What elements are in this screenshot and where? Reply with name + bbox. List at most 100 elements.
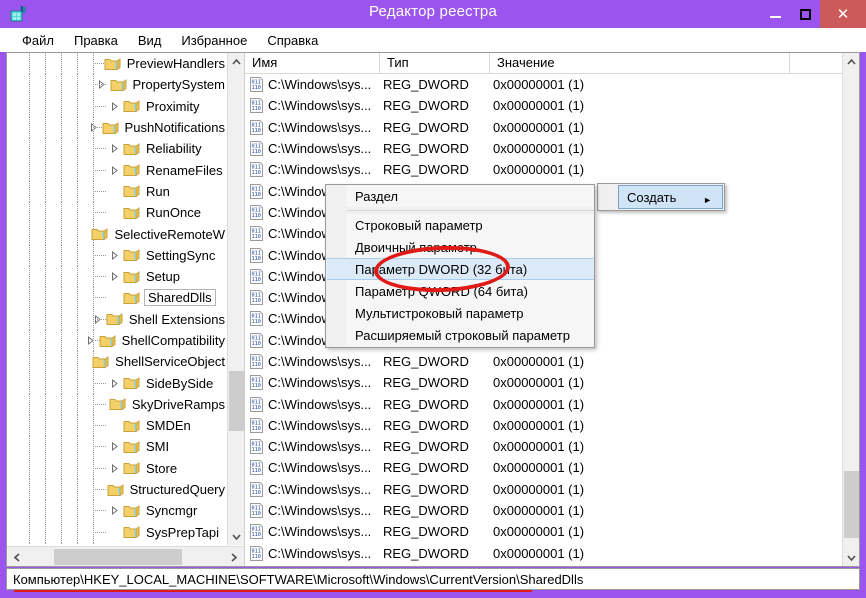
expand-arrow-icon[interactable] <box>107 144 123 154</box>
tree-item[interactable]: Setup <box>7 266 227 288</box>
list-scroll-thumb[interactable] <box>844 471 859 538</box>
tree-item[interactable]: ShellServiceObject <box>7 351 227 373</box>
tree-item[interactable]: Run <box>7 180 227 203</box>
submenu-item-qword64[interactable]: Параметр QWORD (64 бита) <box>346 280 594 302</box>
table-row[interactable]: 011110C:\Windows\sys... REG_DWORD 0x000000… <box>245 95 843 116</box>
menu-item-favorites[interactable]: Избранное <box>171 31 257 50</box>
table-row[interactable]: 011110C:\Windows\sys... REG_DWORD 0x000000… <box>245 159 843 180</box>
menu-item-view[interactable]: Вид <box>128 31 172 50</box>
tree-item[interactable]: PushNotifications <box>7 117 227 139</box>
tree-scroll-left-icon[interactable] <box>7 547 27 566</box>
expand-arrow-icon[interactable] <box>107 378 123 388</box>
expand-arrow-icon[interactable] <box>107 506 123 516</box>
menu-item-help[interactable]: Справка <box>257 31 328 50</box>
expand-arrow-icon[interactable] <box>107 101 123 111</box>
cell-name: C:\Windows\sys... <box>268 503 372 519</box>
tree-scroll-up-icon[interactable] <box>228 53 244 70</box>
tree-item[interactable]: Shell Extensions <box>7 308 227 330</box>
list-scroll-down-icon[interactable] <box>843 549 859 566</box>
menu-item-file[interactable]: Файл <box>12 31 64 50</box>
table-row[interactable]: 011110C:\Windows\sys... REG_DWORD 0x000000… <box>245 138 843 159</box>
submenu-item-multistring[interactable]: Мультистроковый параметр <box>346 302 594 324</box>
folder-icon <box>106 312 123 326</box>
tree-item[interactable]: SMI <box>7 436 227 458</box>
cell-name: C:\Windows\sys... <box>268 396 372 412</box>
tree-item[interactable]: RunOnce <box>7 202 227 224</box>
tree-item[interactable]: Proximity <box>7 95 227 118</box>
tree-item[interactable]: SystemProtectedU <box>7 542 227 545</box>
expand-arrow-icon[interactable] <box>107 165 123 175</box>
tree-item[interactable]: PreviewHandlers <box>7 53 227 75</box>
tree-scroll-thumb[interactable] <box>229 371 244 431</box>
table-row[interactable]: 011110C:\Windows\sys... REG_DWORD 0x000000… <box>245 117 843 138</box>
registry-tree[interactable]: PreviewHandlers PropertySystem Proximity Pu… <box>7 53 227 545</box>
folder-icon <box>123 440 140 454</box>
tree-item[interactable]: Store <box>7 457 227 480</box>
cell-type: REG_DWORD <box>383 545 469 561</box>
column-header-type[interactable]: Тип <box>380 53 490 74</box>
expand-arrow-icon[interactable] <box>107 272 123 282</box>
cell-name: C:\Windows\sys... <box>268 162 372 178</box>
svg-text:110: 110 <box>252 490 261 496</box>
tree-item[interactable]: Syncmgr <box>7 500 227 522</box>
expand-arrow-icon[interactable] <box>107 442 123 452</box>
cell-value: 0x00000001 (1) <box>493 460 585 476</box>
folder-icon <box>123 461 140 475</box>
tree-item[interactable]: SelectiveRemoteW <box>7 223 227 245</box>
column-header-value[interactable]: Значение <box>490 53 790 74</box>
table-row[interactable]: 011110C:\Windows\sys... REG_DWORD 0x000000… <box>245 479 843 500</box>
tree-horizontal-scrollbar[interactable] <box>7 546 244 566</box>
table-row[interactable]: 011110C:\Windows\sys... REG_DWORD 0x000000… <box>245 415 843 436</box>
submenu-item-key[interactable]: Раздел <box>346 185 594 207</box>
table-row[interactable]: 011110C:\Windows\sys... REG_DWORD 0x000000… <box>245 521 843 542</box>
tree-item[interactable]: SettingSync <box>7 244 227 267</box>
registry-tree-pane[interactable]: PreviewHandlers PropertySystem Proximity Pu… <box>7 53 245 566</box>
tree-item[interactable]: PropertySystem <box>7 74 227 96</box>
folder-icon <box>91 227 108 241</box>
maximize-button[interactable] <box>790 0 820 28</box>
tree-item[interactable]: SysPrepTapi <box>7 521 227 543</box>
tree-item[interactable]: ShellCompatibility <box>7 330 227 352</box>
tree-vertical-scrollbar[interactable] <box>227 53 244 545</box>
cell-name: C:\Windows\sys... <box>268 141 372 157</box>
table-row[interactable]: 011110C:\Windows\sys... REG_DWORD 0x000000… <box>245 457 843 478</box>
table-row[interactable]: 011110C:\Windows\sys... REG_DWORD 0x000000… <box>245 74 843 95</box>
table-row[interactable]: 011110C:\Windows\sys... REG_DWORD 0x000000… <box>245 436 843 457</box>
tree-item[interactable]: StructuredQuery <box>7 479 227 501</box>
dword-value-icon: 011 110 <box>249 183 265 199</box>
tree-item[interactable]: SideBySide <box>7 372 227 394</box>
submenu-item-binary[interactable]: Двоичный параметр <box>346 236 594 258</box>
tree-item[interactable]: RenameFiles <box>7 159 227 181</box>
tree-item[interactable]: SkyDriveRamps <box>7 393 227 416</box>
menu-item-edit[interactable]: Правка <box>64 31 128 50</box>
tree-hscroll-thumb[interactable] <box>54 549 182 565</box>
table-row[interactable]: 011110C:\Windows\sys... REG_DWORD 0x000000… <box>245 543 843 564</box>
tree-scroll-right-icon[interactable] <box>224 547 244 566</box>
cell-value: 0x00000001 (1) <box>493 503 585 519</box>
tree-indent-guides <box>7 53 107 75</box>
dword-value-icon: 011 110 <box>249 77 265 93</box>
cell-value: 0x00000001 (1) <box>493 417 585 433</box>
column-header-name[interactable]: Имя <box>245 53 380 74</box>
table-row[interactable]: 011110C:\Windows\sys... REG_DWORD 0x000000… <box>245 393 843 414</box>
tree-item[interactable]: SMDEn <box>7 415 227 437</box>
submenu-item-dword32[interactable]: Параметр DWORD (32 бита) <box>327 258 594 280</box>
tree-item-label: Proximity <box>146 98 200 114</box>
table-row[interactable]: 011110C:\Windows\sys... REG_DWORD 0x000000… <box>245 500 843 521</box>
tree-indent-guides <box>7 415 107 437</box>
expand-arrow-icon[interactable] <box>107 463 123 473</box>
expand-arrow-icon[interactable] <box>107 250 123 260</box>
submenu-item-string[interactable]: Строковый параметр <box>346 214 594 236</box>
tree-indent-guides <box>7 479 107 501</box>
menu-item-create[interactable]: Создать ► <box>618 185 723 209</box>
tree-scroll-down-icon[interactable] <box>228 528 244 545</box>
table-row[interactable]: 011110C:\Windows\sys... REG_DWORD 0x000000… <box>245 372 843 393</box>
tree-item[interactable]: Reliability <box>7 138 227 160</box>
table-row[interactable]: 011110C:\Windows\sys... REG_DWORD 0x000000… <box>245 351 843 372</box>
close-button[interactable]: ✕ <box>820 0 866 28</box>
submenu-item-expandstring[interactable]: Расширяемый строковый параметр <box>346 324 594 346</box>
list-vertical-scrollbar[interactable] <box>842 53 859 566</box>
minimize-button[interactable] <box>760 0 790 28</box>
list-scroll-up-icon[interactable] <box>843 53 859 70</box>
tree-item[interactable]: SharedDlls <box>7 287 227 309</box>
